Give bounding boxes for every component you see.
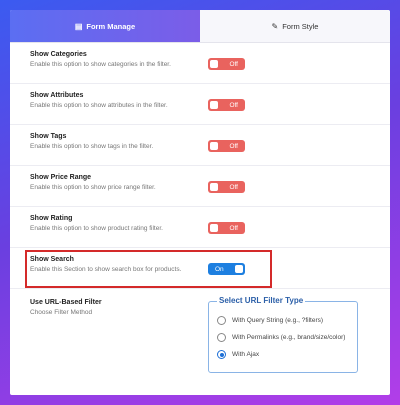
- tab-label: Form Manage: [86, 21, 136, 31]
- toggle-knob: [210, 224, 218, 232]
- toggle-label: Off: [229, 142, 238, 150]
- option-label: With Ajax: [232, 351, 260, 358]
- url-filter-row: Use URL-Based Filter Choose Filter Metho…: [10, 289, 390, 379]
- settings-panel: ▤ Form Manage ✎ Form Style Show Categori…: [10, 10, 390, 395]
- toggle-knob: [210, 183, 218, 191]
- radio-button[interactable]: [217, 350, 226, 359]
- url-filter-type-group: Select URL Filter Type With Query String…: [208, 296, 358, 373]
- brush-icon: ✎: [271, 21, 279, 31]
- toggle-knob: [210, 101, 218, 109]
- option-label: With Query String (e.g., ?filters): [232, 317, 324, 324]
- tab-bar: ▤ Form Manage ✎ Form Style: [10, 10, 390, 43]
- setting-title: Show Attributes: [30, 92, 84, 99]
- tab-form-style[interactable]: ✎ Form Style: [200, 10, 390, 42]
- price-range-toggle[interactable]: Off: [208, 181, 245, 193]
- tab-label: Form Style: [282, 21, 319, 31]
- attributes-toggle[interactable]: Off: [208, 99, 245, 111]
- permalinks-option[interactable]: With Permalinks (e.g., brand/size/color): [217, 333, 345, 342]
- setting-title: Show Tags: [30, 133, 67, 140]
- ajax-option[interactable]: With Ajax: [217, 350, 259, 359]
- setting-row-price-range: Show Price Range Enable this option to s…: [10, 166, 390, 207]
- form-icon: ▤: [74, 21, 83, 31]
- setting-title: Show Rating: [30, 215, 73, 222]
- toggle-label: Off: [229, 183, 238, 191]
- setting-row-attributes: Show Attributes Enable this option to sh…: [10, 84, 390, 125]
- radio-button[interactable]: [217, 316, 226, 325]
- tab-form-manage[interactable]: ▤ Form Manage: [10, 10, 200, 42]
- radio-button[interactable]: [217, 333, 226, 342]
- tags-toggle[interactable]: Off: [208, 140, 245, 152]
- categories-toggle[interactable]: Off: [208, 58, 245, 70]
- toggle-label: Off: [229, 224, 238, 232]
- option-label: With Permalinks (e.g., brand/size/color): [232, 334, 346, 341]
- setting-title: Show Price Range: [30, 174, 92, 181]
- setting-row-tags: Show Tags Enable this option to show tag…: [10, 125, 390, 166]
- rating-toggle[interactable]: Off: [208, 222, 245, 234]
- toggle-knob: [210, 142, 218, 150]
- setting-row-rating: Show Rating Enable this option to show p…: [10, 207, 390, 248]
- toggle-knob: [210, 60, 218, 68]
- query-string-option[interactable]: With Query String (e.g., ?filters): [217, 316, 323, 325]
- setting-row-categories: Show Categories Enable this option to sh…: [10, 43, 390, 84]
- url-filter-legend: Select URL Filter Type: [217, 296, 306, 305]
- toggle-label: Off: [229, 101, 238, 109]
- setting-title: Show Categories: [30, 51, 87, 58]
- toggle-label: Off: [229, 60, 238, 68]
- highlight-box: [25, 250, 272, 288]
